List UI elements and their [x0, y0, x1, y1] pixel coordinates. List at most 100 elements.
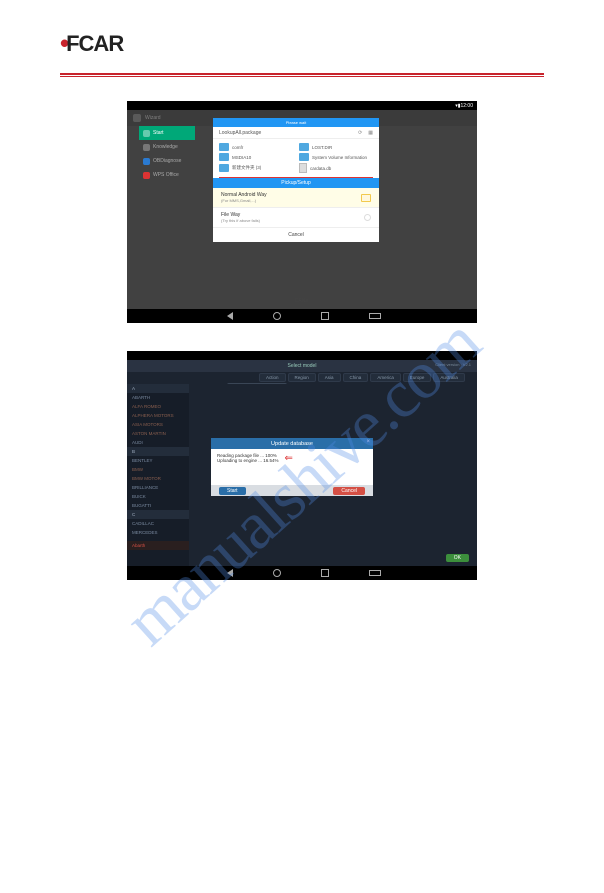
- close-icon[interactable]: ×: [366, 439, 370, 445]
- sidebar-item-wps[interactable]: WPS Office: [139, 168, 195, 182]
- sidebar-item[interactable]: ABARTH: [127, 393, 189, 402]
- folder-icon: [299, 143, 309, 151]
- folder-label: System Volume Information: [312, 155, 367, 160]
- sidebar-item[interactable]: BRILLIANCE: [127, 483, 189, 492]
- version-text: Client version : V2.1: [435, 362, 471, 367]
- status-time: 12:00: [460, 103, 473, 109]
- cancel-button[interactable]: Cancel: [213, 228, 379, 242]
- screenshot-icon[interactable]: [369, 570, 381, 576]
- sidebar-item-start[interactable]: Start: [139, 126, 195, 140]
- screenshot-icon[interactable]: [369, 313, 381, 319]
- sidebar-label: Start: [153, 130, 164, 136]
- folder-label: 新建文件夹 (3): [232, 165, 261, 171]
- dialog-footer: Start Cancel: [211, 485, 373, 496]
- option-text: Normal Android Way (For MMS,Gmail,...): [221, 192, 267, 203]
- page-header: • FCAR: [0, 0, 604, 67]
- sidebar-item-knowledge[interactable]: Knowledge: [139, 140, 195, 154]
- folder-item[interactable]: comfr: [219, 143, 289, 151]
- title-text: Select model: [288, 363, 317, 369]
- recents-icon[interactable]: [321, 312, 329, 320]
- sidebar-letter-c: C: [127, 510, 189, 519]
- android-navbar: [127, 309, 477, 323]
- s1-sidebar: Start Knowledge OBDiagnose WPS Office: [139, 126, 195, 182]
- folder-item[interactable]: LOST.DIR: [299, 143, 369, 151]
- option-file-way[interactable]: File Way (Try this if above fails): [213, 208, 379, 228]
- dialog-body: Reading package file ... 100% Uploading …: [211, 449, 373, 485]
- tab-america[interactable]: America: [370, 373, 401, 382]
- folder-item[interactable]: 新建文件夹 (3): [219, 163, 289, 173]
- tab-asia[interactable]: Asia: [318, 373, 341, 382]
- sidebar-item[interactable]: ASTON MARTIN: [127, 429, 189, 438]
- folder-icon: [299, 153, 309, 161]
- arrow-left-icon: ⇐: [285, 455, 293, 463]
- sidebar-label: WPS Office: [153, 172, 179, 178]
- sidebar-selected[interactable]: Abarth: [127, 541, 189, 550]
- cancel-button[interactable]: Cancel: [333, 487, 365, 495]
- dialog-header-small: Please wait: [213, 118, 379, 127]
- region-tabs: Action Region Asia China America Europe …: [177, 371, 471, 383]
- home-icon[interactable]: [273, 312, 281, 320]
- sidebar-item[interactable]: ALPHERA MOTORS: [127, 411, 189, 420]
- breadcrumb-actions: ⟳ ▦: [358, 130, 373, 136]
- logo: • FCAR: [60, 28, 544, 59]
- file-icon: [299, 163, 307, 173]
- logo-text: FCAR: [66, 31, 123, 57]
- ok-button[interactable]: OK: [446, 554, 469, 562]
- folder-icon: [219, 143, 229, 151]
- folder-label: MSDIA10: [232, 155, 251, 160]
- back-icon[interactable]: [223, 312, 233, 320]
- folder-open-icon: [361, 194, 371, 202]
- sidebar-item[interactable]: BUGATTI: [127, 501, 189, 510]
- sidebar-label: Knowledge: [153, 144, 178, 150]
- tab-action[interactable]: Action: [259, 373, 286, 382]
- back-icon[interactable]: [223, 569, 233, 577]
- folder-item[interactable]: MSDIA10: [219, 153, 289, 161]
- folder-label: LOST.DIR: [312, 145, 332, 150]
- radio-icon: [364, 214, 371, 221]
- sidebar-item[interactable]: MERCEDES: [127, 528, 189, 537]
- s1-background: Wizard Start Knowledge OBDiagnose WPS O: [127, 110, 477, 309]
- tab-region[interactable]: Region: [288, 373, 316, 382]
- dialog-title-text: Update database: [271, 441, 313, 447]
- folder-label: comfr: [232, 145, 243, 150]
- folder-icon: [219, 164, 229, 172]
- refresh-icon[interactable]: ⟳: [358, 130, 362, 136]
- android-statusbar: ▾ ▮ 12:00: [127, 101, 477, 110]
- screenshot-2: Select model Client version : V2.1 Actio…: [127, 351, 477, 580]
- s2-background: Select model Client version : V2.1 Actio…: [127, 360, 477, 566]
- sidebar-label: OBDiagnose: [153, 158, 181, 164]
- screenshots-container: ▾ ▮ 12:00 Wizard Start Knowledge: [0, 77, 604, 604]
- sidebar-item[interactable]: BMW MOTOR: [127, 474, 189, 483]
- sidebar-item[interactable]: ALFA ROMEO: [127, 402, 189, 411]
- pickup-banner: Pickup/Setup: [213, 178, 379, 188]
- tab-europe[interactable]: Europe: [403, 373, 432, 382]
- wps-icon: [143, 172, 150, 179]
- file-item[interactable]: cardata.db: [299, 163, 369, 173]
- sidebar-item-obd[interactable]: OBDiagnose: [139, 154, 195, 168]
- folder-item[interactable]: System Volume Information: [299, 153, 369, 161]
- update-dialog: Update database × Reading package file .…: [211, 438, 373, 496]
- dialog-title: Update database ×: [211, 438, 373, 449]
- start-button[interactable]: Start: [219, 487, 246, 495]
- sidebar-item[interactable]: CADILLAC: [127, 519, 189, 528]
- options-list: Normal Android Way (For MMS,Gmail,...) F…: [213, 188, 379, 242]
- progress-lines: Reading package file ... 100% Uploading …: [217, 453, 279, 463]
- option-normal-android[interactable]: Normal Android Way (For MMS,Gmail,...): [213, 188, 379, 208]
- sidebar-item[interactable]: BENTLEY: [127, 456, 189, 465]
- folder-grid: comfr LOST.DIR MSDIA10 System Volume Inf…: [213, 139, 379, 177]
- sidebar-item[interactable]: AUDI: [127, 438, 189, 447]
- recents-icon[interactable]: [321, 569, 329, 577]
- sidebar-item[interactable]: BMW: [127, 465, 189, 474]
- sidebar-item[interactable]: ASIA MOTORS: [127, 420, 189, 429]
- tab-china[interactable]: China: [343, 373, 369, 382]
- s1-bottom-label: CANal: [295, 298, 309, 304]
- home-icon[interactable]: [273, 569, 281, 577]
- file-label: cardata.db: [310, 166, 331, 171]
- android-statusbar: [127, 351, 477, 360]
- sidebar-item[interactable]: BUICK: [127, 492, 189, 501]
- grid-icon[interactable]: ▦: [368, 130, 373, 136]
- progress-line-2: Uploading to engine ... 16.54%: [217, 458, 279, 463]
- tab-australia[interactable]: Australia: [433, 373, 465, 382]
- dialog-breadcrumb-bar: LookupAll.package ⟳ ▦: [213, 127, 379, 139]
- obd-icon: [143, 158, 150, 165]
